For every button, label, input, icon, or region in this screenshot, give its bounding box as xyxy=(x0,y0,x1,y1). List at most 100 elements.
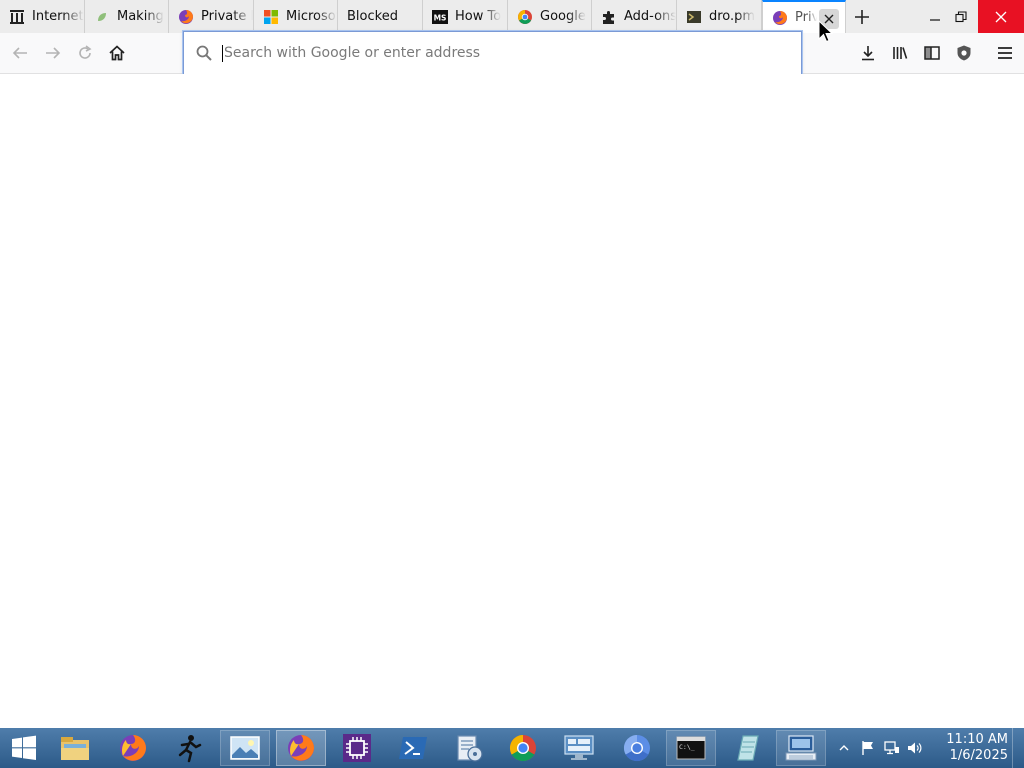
cmd-icon: C:\_ xyxy=(676,736,706,760)
download-icon xyxy=(862,46,874,61)
tab-label: Add-ons xyxy=(624,9,676,24)
restore-button[interactable] xyxy=(944,0,978,33)
address-bar[interactable] xyxy=(183,31,802,75)
new-tab-button[interactable] xyxy=(850,5,874,29)
flag-icon xyxy=(862,741,873,755)
close-icon xyxy=(995,11,1007,22)
tab-label: dro.pm xyxy=(709,9,756,24)
taskbar-powershell[interactable] xyxy=(388,730,438,766)
forward-button[interactable] xyxy=(39,39,67,67)
tab-label: Private Browsing xyxy=(795,10,817,25)
tab-label: Internet Archive xyxy=(32,9,84,24)
windows-start-icon xyxy=(12,735,36,760)
app-menu-button[interactable] xyxy=(991,39,1019,67)
library-button[interactable] xyxy=(886,39,914,67)
network-monitor-icon xyxy=(884,741,899,755)
sidebar-icon xyxy=(924,46,940,60)
taskbar-photos[interactable] xyxy=(220,730,270,766)
file-explorer-icon xyxy=(61,737,89,760)
taskbar-firefox-active[interactable] xyxy=(276,730,326,766)
disk-tool-icon xyxy=(457,735,483,762)
taskbar-remote-desktop[interactable] xyxy=(776,730,826,766)
taskbar-disk-tool[interactable] xyxy=(444,730,494,766)
leaf-icon xyxy=(94,9,110,25)
rdp-icon xyxy=(785,735,817,761)
clock-date: 1/6/2025 xyxy=(949,748,1008,763)
taskbar-network-app[interactable] xyxy=(554,730,604,766)
tab-label: Microsoft xyxy=(286,9,337,24)
archive-icon xyxy=(9,9,25,25)
page-content-blank xyxy=(0,74,1024,728)
tab-dro-pm[interactable]: dro.pm xyxy=(677,0,762,33)
tab-strip: Internet Archive Making Private Browsing… xyxy=(0,0,1024,33)
tab-blocked[interactable]: Blocked xyxy=(338,0,423,33)
tab-label: Google xyxy=(540,9,586,24)
search-icon xyxy=(195,43,215,63)
downloads-button[interactable] xyxy=(854,39,882,67)
volume-tray-icon[interactable] xyxy=(907,740,923,756)
svg-text:C:\_: C:\_ xyxy=(679,743,695,751)
sidebar-button[interactable] xyxy=(918,39,946,67)
firefox-icon xyxy=(772,10,788,26)
back-arrow-icon xyxy=(12,47,27,59)
puzzle-icon xyxy=(601,9,617,25)
taskbar-chromium[interactable] xyxy=(612,730,662,766)
svg-text:MS: MS xyxy=(434,13,447,22)
chip-icon xyxy=(343,734,371,762)
mouse-cursor-icon xyxy=(818,20,834,43)
home-icon xyxy=(109,45,125,61)
minimize-icon xyxy=(930,18,940,21)
tab-internet-archive[interactable]: Internet Archive xyxy=(0,0,85,33)
tab-private-browsing[interactable]: Private Browsing xyxy=(169,0,254,33)
taskbar-notepad[interactable] xyxy=(722,730,772,766)
microsoft-icon xyxy=(263,9,279,25)
reload-button[interactable] xyxy=(71,39,99,67)
dro-icon xyxy=(686,9,702,25)
hamburger-menu-icon xyxy=(998,47,1012,59)
powershell-icon xyxy=(399,737,427,759)
taskbar-file-explorer[interactable] xyxy=(50,730,100,766)
taskbar-firefox-pinned[interactable] xyxy=(108,730,158,766)
tab-making[interactable]: Making xyxy=(85,0,169,33)
tab-label: How To xyxy=(455,9,502,24)
library-icon xyxy=(893,47,908,59)
windows-taskbar: C:\_ 11:10 AM 1/6/2025 xyxy=(0,728,1024,768)
chromium-icon xyxy=(623,734,650,762)
window-close-button[interactable] xyxy=(978,0,1024,33)
taskbar-chip-app[interactable] xyxy=(332,730,382,766)
tab-how-to[interactable]: MS How To xyxy=(423,0,508,33)
text-caret xyxy=(222,44,223,62)
home-button[interactable] xyxy=(103,39,131,67)
network-icon xyxy=(564,735,594,760)
notepad-icon xyxy=(737,735,759,761)
photos-icon xyxy=(230,736,260,760)
firefox-icon xyxy=(120,735,146,761)
tab-add-ons[interactable]: Add-ons xyxy=(592,0,677,33)
back-button[interactable] xyxy=(6,39,34,67)
show-desktop-button[interactable] xyxy=(1012,728,1024,768)
system-clock[interactable]: 11:10 AM 1/6/2025 xyxy=(936,732,1008,764)
taskbar-chrome[interactable] xyxy=(498,730,548,766)
shield-icon xyxy=(957,45,971,61)
firefox-icon xyxy=(178,9,194,25)
plus-icon xyxy=(855,10,869,24)
taskbar-command-prompt[interactable]: C:\_ xyxy=(666,730,716,766)
extension-shield-button[interactable] xyxy=(950,39,978,67)
chevron-up-icon xyxy=(839,745,849,751)
chrome-icon xyxy=(517,9,533,25)
reload-icon xyxy=(79,45,92,59)
chrome-icon xyxy=(509,734,536,762)
action-center-flag[interactable] xyxy=(860,740,876,756)
tab-google[interactable]: Google xyxy=(508,0,592,33)
address-input[interactable] xyxy=(224,45,784,61)
forward-arrow-icon xyxy=(46,47,61,59)
show-hidden-icons-button[interactable] xyxy=(836,740,852,756)
start-button[interactable] xyxy=(0,730,48,766)
taskbar-runner-app[interactable] xyxy=(164,730,214,766)
tab-label: Private Browsing xyxy=(201,9,253,24)
ms-icon: MS xyxy=(432,9,448,25)
speaker-icon xyxy=(908,742,922,754)
network-tray-icon[interactable] xyxy=(884,740,900,756)
tab-microsoft[interactable]: Microsoft xyxy=(254,0,338,33)
clock-time: 11:10 AM xyxy=(946,732,1008,747)
